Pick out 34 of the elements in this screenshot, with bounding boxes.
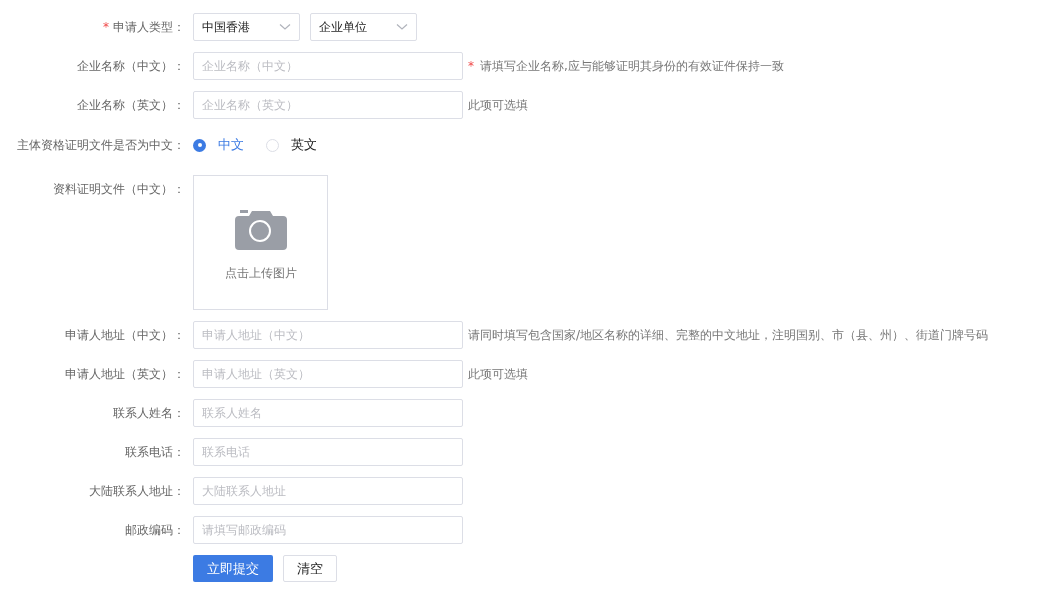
text-input[interactable]: 大陆联系人地址 [193, 477, 463, 505]
dropdown[interactable]: 企业单位 [310, 13, 417, 41]
field-label: 大陆联系人地址： [89, 483, 185, 500]
field-label: * 申请人类型： [103, 19, 185, 36]
chevron-down-icon [279, 23, 291, 31]
field-label: 申请人地址（英文）： [65, 366, 185, 383]
field-hint: 此项可选填 [468, 366, 528, 383]
field-hint: * 请填写企业名称,应与能够证明其身份的有效证件保持一致 [468, 58, 784, 75]
text-input[interactable]: 企业名称（英文） [193, 91, 463, 119]
clear-button[interactable]: 清空 [283, 555, 337, 582]
field-hint: 请同时填写包含国家/地区名称的详细、完整的中文地址，注明国别、市（县、州）、街道门牌号码 [468, 327, 989, 344]
text-input[interactable]: 申请人地址（中文） [193, 321, 463, 349]
field-label: 资料证明文件（中文）： [53, 181, 185, 198]
text-input[interactable]: 联系电话 [193, 438, 463, 466]
chevron-down-icon [396, 23, 408, 31]
image-upload-area[interactable]: 点击上传图片 [193, 175, 328, 310]
radio-option[interactable]: 英文 [266, 135, 319, 155]
field-label: 邮政编码： [125, 522, 185, 539]
camera-icon [234, 209, 287, 250]
field-label: 企业名称（英文）： [77, 97, 185, 114]
text-input[interactable]: 企业名称（中文） [193, 52, 463, 80]
submit-button[interactable]: 立即提交 [193, 555, 273, 582]
text-input[interactable]: 联系人姓名 [193, 399, 463, 427]
field-hint: 此项可选填 [468, 97, 528, 114]
field-label: 企业名称（中文）： [77, 58, 185, 75]
field-label: 联系人姓名： [113, 405, 185, 422]
text-input[interactable]: 请填写邮政编码 [193, 516, 463, 544]
text-input[interactable]: 申请人地址（英文） [193, 360, 463, 388]
field-label: 主体资格证明文件是否为中文： [17, 137, 185, 154]
upload-label: 点击上传图片 [224, 264, 297, 282]
radio-option[interactable]: 中文 [193, 135, 246, 155]
field-label: 联系电话： [125, 444, 185, 461]
dropdown[interactable]: 中国香港 [193, 13, 300, 41]
field-label: 申请人地址（中文）： [65, 327, 185, 344]
